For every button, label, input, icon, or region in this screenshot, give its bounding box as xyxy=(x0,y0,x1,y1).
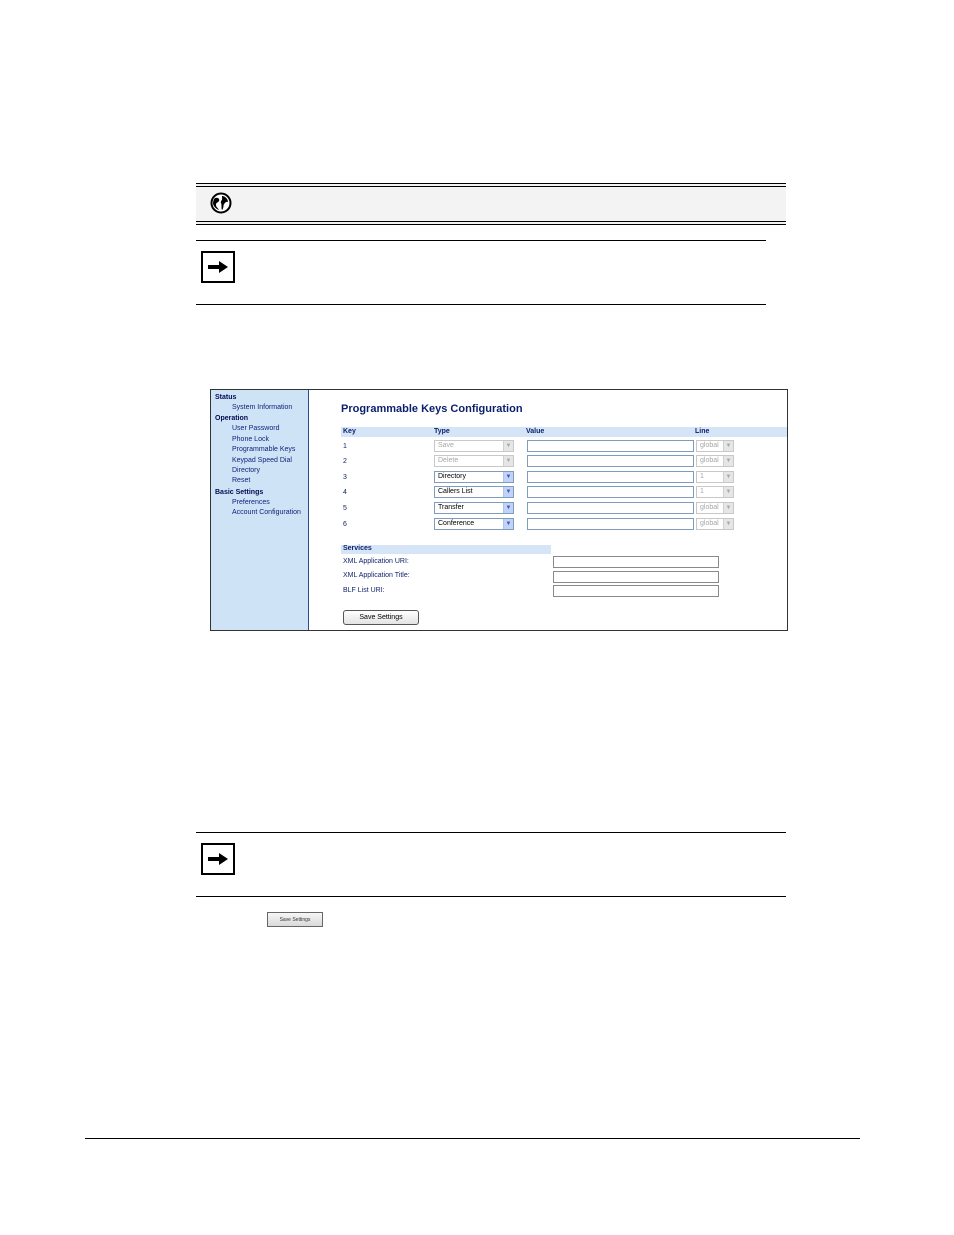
sidebar-section-status[interactable]: Status xyxy=(215,394,236,401)
column-header-line: Line xyxy=(695,428,710,435)
note-rule-top xyxy=(196,832,786,833)
note-rule-top xyxy=(196,240,766,241)
table-row: 3 Directory ▼ 1 ▼ xyxy=(309,471,787,487)
xml-application-title-input[interactable] xyxy=(553,571,719,583)
page-title: Programmable Keys Configuration xyxy=(341,403,523,415)
sidebar-item-phone-lock[interactable]: Phone Lock xyxy=(232,436,269,443)
line-select[interactable]: global ▼ xyxy=(696,440,734,452)
chevron-down-icon[interactable]: ▼ xyxy=(503,519,513,529)
main-content: Programmable Keys Configuration Key Type… xyxy=(309,390,787,630)
chevron-down-icon[interactable]: ▼ xyxy=(503,472,513,482)
type-select[interactable]: Transfer ▼ xyxy=(434,502,514,514)
sidebar-item-directory[interactable]: Directory xyxy=(232,467,260,474)
footer-rule xyxy=(85,1138,860,1139)
key-number: 2 xyxy=(343,458,347,465)
xml-application-title-label: XML Application Title: xyxy=(343,572,410,579)
line-select[interactable]: 1 ▼ xyxy=(696,486,734,498)
value-input[interactable] xyxy=(527,502,694,514)
sidebar-section-basic-settings[interactable]: Basic Settings xyxy=(215,489,263,496)
column-header-value: Value xyxy=(526,428,545,435)
sidebar-item-keypad-speed-dial[interactable]: Keypad Speed Dial xyxy=(232,457,292,464)
sidebar: Status System Information Operation User… xyxy=(211,390,309,630)
line-select[interactable]: global ▼ xyxy=(696,455,734,467)
save-settings-button[interactable]: Save Settings xyxy=(343,610,419,625)
line-select[interactable]: global ▼ xyxy=(696,502,734,514)
value-input[interactable] xyxy=(527,440,694,452)
line-select[interactable]: global ▼ xyxy=(696,518,734,530)
save-settings-inline-button: Save Settings xyxy=(267,912,323,927)
blf-list-uri-label: BLF List URI: xyxy=(343,587,385,594)
value-input[interactable] xyxy=(527,455,694,467)
web-ui-screenshot: Status System Information Operation User… xyxy=(210,389,788,631)
sidebar-item-reset[interactable]: Reset xyxy=(232,477,250,484)
globe-icon xyxy=(210,192,232,214)
type-select[interactable]: Delete ▼ xyxy=(434,455,514,467)
chevron-down-icon[interactable]: ▼ xyxy=(723,487,733,497)
sidebar-item-programmable-keys[interactable]: Programmable Keys xyxy=(232,446,295,453)
chevron-down-icon[interactable]: ▼ xyxy=(723,503,733,513)
chevron-down-icon[interactable]: ▼ xyxy=(723,441,733,451)
key-number: 4 xyxy=(343,489,347,496)
table-row: 4 Callers List ▼ 1 ▼ xyxy=(309,486,787,502)
value-input[interactable] xyxy=(527,518,694,530)
line-select[interactable]: 1 ▼ xyxy=(696,471,734,483)
value-input[interactable] xyxy=(527,471,694,483)
xml-application-uri-input[interactable] xyxy=(553,556,719,568)
note-box xyxy=(201,251,235,283)
services-header: Services xyxy=(341,545,551,554)
key-number: 1 xyxy=(343,443,347,450)
arrow-right-icon xyxy=(208,853,228,865)
note-rule-bottom xyxy=(196,896,786,897)
sidebar-item-preferences[interactable]: Preferences xyxy=(232,499,270,506)
blf-list-uri-input[interactable] xyxy=(553,585,719,597)
column-header-key: Key xyxy=(343,428,356,435)
type-select[interactable]: Save ▼ xyxy=(434,440,514,452)
chevron-down-icon[interactable]: ▼ xyxy=(723,472,733,482)
table-row: 1 Save ▼ global ▼ xyxy=(309,440,787,456)
chevron-down-icon[interactable]: ▼ xyxy=(503,487,513,497)
type-select[interactable]: Conference ▼ xyxy=(434,518,514,530)
arrow-right-icon xyxy=(208,261,228,273)
value-input[interactable] xyxy=(527,486,694,498)
key-number: 5 xyxy=(343,505,347,512)
type-select[interactable]: Directory ▼ xyxy=(434,471,514,483)
xml-application-uri-label: XML Application URI: xyxy=(343,558,409,565)
chevron-down-icon[interactable]: ▼ xyxy=(723,519,733,529)
table-row: 2 Delete ▼ global ▼ xyxy=(309,455,787,471)
column-header-type: Type xyxy=(434,428,450,435)
sidebar-item-system-information[interactable]: System Information xyxy=(232,404,292,411)
chevron-down-icon[interactable]: ▼ xyxy=(503,503,513,513)
sidebar-item-user-password[interactable]: User Password xyxy=(232,425,279,432)
chevron-down-icon[interactable]: ▼ xyxy=(503,441,513,451)
table-row: 6 Conference ▼ global ▼ xyxy=(309,518,787,534)
type-select[interactable]: Callers List ▼ xyxy=(434,486,514,498)
note-box xyxy=(201,843,235,875)
table-header: Key Type Value Line xyxy=(341,427,787,437)
sidebar-section-operation[interactable]: Operation xyxy=(215,415,248,422)
sidebar-item-account-configuration[interactable]: Account Configuration xyxy=(232,509,301,516)
chevron-down-icon[interactable]: ▼ xyxy=(723,456,733,466)
web-ui-note-band xyxy=(196,183,786,225)
key-number: 3 xyxy=(343,474,347,481)
chevron-down-icon[interactable]: ▼ xyxy=(503,456,513,466)
key-number: 6 xyxy=(343,521,347,528)
note-rule-bottom xyxy=(196,304,766,305)
table-row: 5 Transfer ▼ global ▼ xyxy=(309,502,787,518)
